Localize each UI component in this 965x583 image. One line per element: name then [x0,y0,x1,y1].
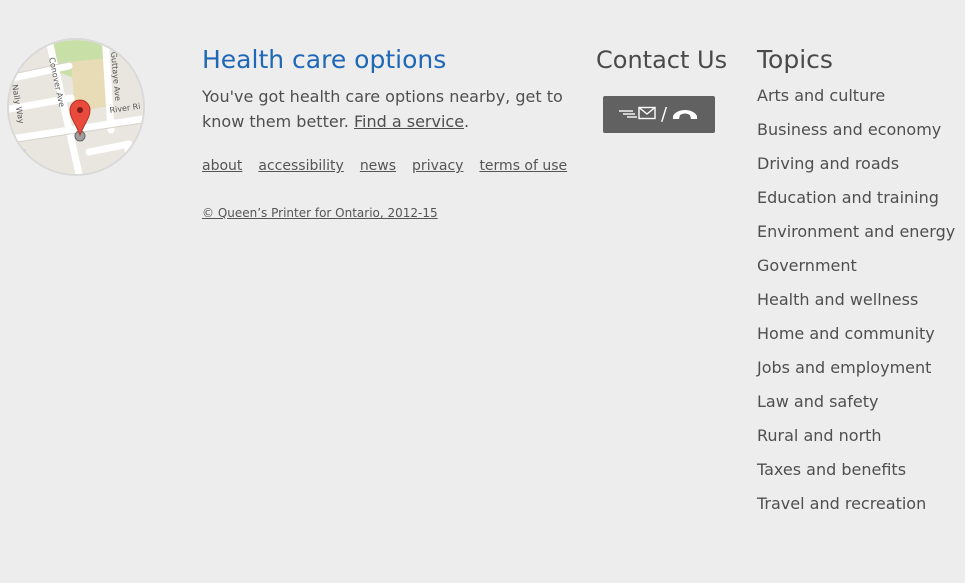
list-item: Driving and roads [757,152,962,176]
footer-link-terms-of-use[interactable]: terms of use [479,157,567,175]
topics-title: Topics [757,45,833,74]
topic-link[interactable]: Education and training [757,188,939,207]
topic-link[interactable]: Environment and energy [757,222,955,241]
health-care-title: Health care options [202,45,447,74]
topic-link[interactable]: Travel and recreation [757,494,926,513]
phone-icon [671,105,699,124]
topics-list: Arts and culture Business and economy Dr… [757,84,962,516]
contact-section: Contact Us / [596,44,728,133]
map-image: Conover Ave Guttaye Ave River Ri Nally W… [9,40,143,174]
list-item: Home and community [757,322,962,346]
topic-link[interactable]: Home and community [757,324,935,343]
copyright-link[interactable]: © Queen’s Printer for Ontario, 2012-15 [202,205,438,221]
contact-button-slash: / [660,103,668,125]
topic-link[interactable]: Government [757,256,857,275]
list-item: Taxes and benefits [757,458,962,482]
topic-link[interactable]: Rural and north [757,426,882,445]
list-item: Education and training [757,186,962,210]
list-item: Law and safety [757,390,962,414]
list-item: Rural and north [757,424,962,448]
find-a-service-link[interactable]: Find a service [354,112,464,131]
health-care-text-end: . [464,112,470,131]
contact-title: Contact Us [596,46,728,74]
list-item: Travel and recreation [757,492,962,516]
footer-link-news[interactable]: news [360,157,396,175]
topic-link[interactable]: Taxes and benefits [757,460,906,479]
health-care-description: You've got health care options nearby, g… [202,84,572,134]
list-item: Environment and energy [757,220,962,244]
topic-link[interactable]: Law and safety [757,392,878,411]
footer-links: about accessibility news privacy terms o… [202,157,572,175]
footer-link-about[interactable]: about [202,157,242,175]
health-care-section: Health care options You've got health ca… [202,44,572,221]
topic-link[interactable]: Health and wellness [757,290,918,309]
list-item: Government [757,254,962,278]
topic-link[interactable]: Arts and culture [757,86,885,105]
list-item: Arts and culture [757,84,962,108]
footer-link-privacy[interactable]: privacy [412,157,463,175]
list-item: Jobs and employment [757,356,962,380]
list-item: Health and wellness [757,288,962,312]
list-item: Business and economy [757,118,962,142]
topics-section: Topics Arts and culture Business and eco… [757,44,962,526]
topic-link[interactable]: Driving and roads [757,154,899,173]
contact-button[interactable]: / [603,96,715,133]
email-icon [618,105,657,124]
map-thumbnail[interactable]: Conover Ave Guttaye Ave River Ri Nally W… [7,38,145,176]
topic-link[interactable]: Business and economy [757,120,941,139]
footer-link-accessibility[interactable]: accessibility [258,157,343,175]
topic-link[interactable]: Jobs and employment [757,358,931,377]
